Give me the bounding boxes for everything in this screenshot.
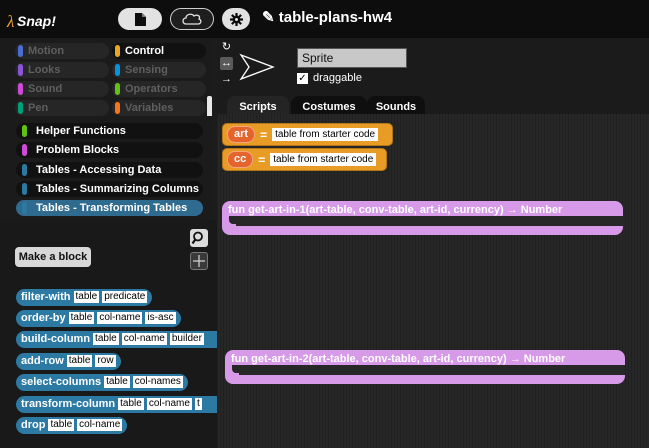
category-tables-transforming-tables[interactable]: Tables - Transforming Tables — [16, 200, 203, 216]
gear-icon — [229, 12, 243, 26]
category-tables-summarizing-columns[interactable]: Tables - Summarizing Columns — [16, 181, 203, 197]
settings-button[interactable] — [222, 8, 250, 30]
category-sensing[interactable]: Sensing — [112, 62, 206, 78]
category-pen[interactable]: Pen — [15, 100, 109, 116]
function-body-notch — [232, 365, 247, 373]
category-operators[interactable]: Operators — [112, 81, 206, 97]
category-color-swatch — [22, 202, 27, 214]
category-color-swatch — [22, 183, 27, 195]
block-slot[interactable]: col-name — [97, 312, 143, 324]
block-slot[interactable]: table — [66, 355, 93, 367]
function-signature: fun get-art-in-2(art-table, conv-table, … — [231, 353, 566, 365]
no-rotate-icon[interactable]: → — [220, 73, 233, 86]
snap-ide: λ Snap! ✎ table-plans-hw4 Motion Control… — [0, 0, 649, 448]
project-title: ✎ table-plans-hw4 — [262, 9, 393, 26]
category-color-swatch — [115, 64, 120, 76]
palette-block-add-row[interactable]: add-row table row — [16, 353, 121, 370]
category-problem-blocks[interactable]: Problem Blocks — [16, 142, 203, 158]
block-slot[interactable]: col-name — [77, 419, 123, 431]
draggable-checkbox[interactable]: ✓ — [297, 72, 308, 84]
category-tables-accessing-data[interactable]: Tables - Accessing Data — [16, 162, 203, 178]
draggable-option[interactable]: ✓ draggable — [297, 72, 362, 84]
palette-block-transform-column[interactable]: transform-column table col-name t — [16, 396, 217, 413]
block-slot[interactable]: row — [95, 355, 116, 367]
block-slot[interactable]: table — [118, 398, 144, 410]
category-color-swatch — [115, 45, 120, 57]
svg-text:Snap!: Snap! — [17, 13, 56, 29]
sprite-arrow-icon — [239, 53, 275, 81]
scripts-area[interactable]: art = table from starter code cc = table… — [217, 114, 649, 448]
block-slot[interactable]: col-names — [132, 376, 183, 388]
value-slot[interactable]: table from starter code — [270, 153, 377, 166]
palette-block-order-by[interactable]: order-by table col-name is-asc — [16, 310, 181, 327]
block-slot[interactable]: col-name — [146, 398, 192, 410]
pencil-icon: ✎ — [262, 9, 279, 26]
block-slot[interactable]: table — [48, 419, 75, 431]
block-slot[interactable]: table — [68, 312, 95, 324]
category-variables[interactable]: Variables — [112, 100, 206, 116]
palette-block-filter-with[interactable]: filter-with table predicate — [16, 289, 153, 306]
snap-logo[interactable]: λ Snap! — [6, 9, 62, 33]
function-definition-block[interactable]: fun get-art-in-2(art-table, conv-table, … — [225, 350, 625, 384]
block-slot[interactable]: t — [194, 398, 202, 410]
category-color-swatch — [22, 144, 27, 156]
category-color-swatch — [18, 45, 23, 57]
custom-category-list: Helper Functions Problem Blocks Tables -… — [0, 116, 212, 220]
category-color-swatch — [115, 83, 120, 95]
category-motion[interactable]: Motion — [15, 43, 109, 59]
function-signature: fun get-art-in-1(art-table, conv-table, … — [228, 204, 563, 216]
category-color-swatch — [18, 102, 23, 114]
add-block-button[interactable] — [190, 252, 208, 270]
value-slot[interactable]: table from starter code — [272, 128, 379, 141]
sprite-name-field[interactable]: Sprite — [297, 48, 407, 68]
category-selector: Motion Control Looks Sensing Sound Opera… — [0, 38, 212, 126]
category-color-swatch — [22, 125, 27, 137]
file-menu-button[interactable] — [118, 8, 162, 30]
palette-block-drop[interactable]: drop table col-name — [16, 417, 128, 434]
category-sound[interactable]: Sound — [15, 81, 109, 97]
block-palette: Make a block filter-with table predicate o… — [0, 220, 217, 448]
function-body-slot — [239, 365, 625, 375]
block-slot[interactable]: builder — [169, 333, 204, 345]
top-bar: λ Snap! ✎ table-plans-hw4 — [0, 0, 649, 38]
cloud-menu-button[interactable] — [170, 8, 214, 30]
category-looks[interactable]: Looks — [15, 62, 109, 78]
category-color-swatch — [22, 164, 27, 176]
block-slot[interactable]: table — [93, 333, 119, 345]
search-blocks-button[interactable] — [190, 229, 208, 247]
search-icon — [191, 231, 203, 245]
category-control[interactable]: Control — [112, 43, 206, 59]
file-icon — [134, 12, 146, 26]
function-body-notch — [229, 216, 244, 224]
plus-icon — [193, 255, 205, 267]
variable-pill[interactable]: art — [227, 126, 256, 143]
category-helper-functions[interactable]: Helper Functions — [16, 123, 203, 139]
make-a-block-button[interactable]: Make a block — [15, 247, 91, 267]
palette-block-build-column[interactable]: build-column table col-name builder — [16, 331, 217, 348]
rotate-icon[interactable]: ↻ — [220, 41, 233, 54]
set-variable-block[interactable]: art = table from starter code — [222, 123, 393, 146]
function-body-slot — [236, 216, 623, 226]
block-slot[interactable]: is-asc — [145, 312, 176, 324]
svg-text:λ: λ — [6, 12, 14, 31]
block-slot[interactable]: table — [73, 291, 100, 303]
block-slot[interactable]: table — [104, 376, 130, 388]
function-definition-block[interactable]: fun get-art-in-1(art-table, conv-table, … — [222, 201, 623, 235]
cloud-icon — [182, 13, 202, 25]
palette-block-select-columns[interactable]: select-columns table col-names — [16, 374, 188, 391]
category-color-swatch — [115, 102, 120, 114]
block-slot[interactable]: col-name — [121, 333, 167, 345]
category-color-swatch — [18, 83, 23, 95]
variable-pill[interactable]: cc — [227, 151, 254, 168]
flip-horizontal-icon[interactable]: ↔ — [220, 57, 233, 70]
block-slot[interactable]: predicate — [102, 291, 148, 303]
set-variable-block[interactable]: cc = table from starter code — [222, 148, 387, 171]
category-color-swatch — [18, 64, 23, 76]
